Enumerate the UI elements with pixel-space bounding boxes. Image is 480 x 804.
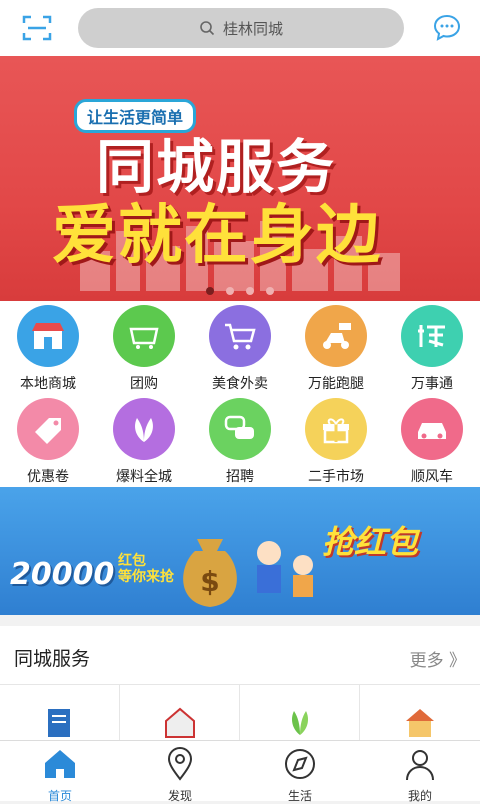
search-bar[interactable]: 桂林同城	[78, 8, 404, 48]
top-bar: 桂林同城	[0, 0, 480, 57]
carousel-dot	[266, 287, 274, 295]
gift-box-icon	[305, 398, 367, 460]
service-card[interactable]	[240, 685, 360, 740]
compass-icon	[285, 749, 315, 779]
search-icon	[200, 21, 215, 36]
red-envelope-promo-banner[interactable]: $ 20000 红包 等你来抢 抢红包	[0, 487, 480, 615]
grid-item-coupon[interactable]: 优惠卷	[0, 394, 96, 487]
tab-home[interactable]: 首页	[0, 741, 120, 803]
hero-banner[interactable]: 让生活更简单 同城服务 爱就在身边	[0, 56, 480, 301]
banner-title-line2: 爱就在身边	[52, 199, 382, 273]
coupon-tag-icon	[17, 398, 79, 460]
svg-text:$: $	[200, 565, 219, 598]
cottage-icon	[406, 709, 434, 737]
city-services-section: 同城服务 更多 》	[0, 626, 480, 740]
carousel-dot	[246, 287, 254, 295]
grid-item-label: 顺风车	[411, 469, 453, 485]
service-card[interactable]	[120, 685, 240, 740]
grid-item-label: 团购	[130, 376, 158, 392]
location-pin-icon	[167, 747, 193, 781]
tab-label: 生活	[287, 789, 312, 803]
wei-character-icon	[401, 305, 463, 367]
tab-profile[interactable]: 我的	[360, 741, 480, 803]
carousel-dot-active	[206, 287, 214, 295]
grid-item-carpool[interactable]: 顺风车	[384, 394, 480, 487]
tab-label: 发现	[167, 789, 192, 803]
carousel-indicator	[0, 280, 480, 299]
grid-item-local-mall[interactable]: 本地商城	[0, 301, 96, 394]
promo-grab-text: 抢红包	[322, 523, 419, 561]
message-icon[interactable]	[431, 12, 463, 44]
grid-item-group-buy[interactable]: 团购	[96, 301, 192, 394]
money-bag-icon: $	[183, 539, 237, 607]
promo-amount: 20000	[10, 557, 115, 592]
grid-item-jobs[interactable]: 招聘	[192, 394, 288, 487]
promo-subtext-line2: 等你来抢	[118, 569, 174, 585]
grid-item-label: 万事通	[411, 376, 453, 392]
house-icon	[165, 707, 195, 738]
grid-item-label: 二手市场	[308, 469, 364, 485]
kids-illustration	[257, 541, 313, 597]
car-icon	[401, 398, 463, 460]
grid-item-know-all[interactable]: 万事通	[384, 301, 480, 394]
tab-label: 我的	[407, 789, 432, 803]
shopping-basket-icon	[113, 305, 175, 367]
tab-discover[interactable]: 发现	[120, 741, 240, 803]
category-grid: 本地商城 团购 美食外卖 万能跑腿 万事通 优惠卷 爆料全城 招聘 二手市场 顺…	[0, 301, 480, 487]
grid-item-label: 美食外卖	[212, 376, 268, 392]
tab-label: 首页	[47, 789, 72, 803]
scooter-icon	[305, 305, 367, 367]
grid-item-label: 优惠卷	[27, 469, 69, 485]
service-card[interactable]	[0, 685, 120, 740]
section-title: 同城服务	[14, 648, 91, 670]
promo-subtext-line1: 红包	[118, 553, 146, 569]
grid-item-label: 爆料全城	[116, 469, 172, 485]
grid-item-label: 招聘	[226, 469, 254, 485]
promo-subtext: 红包 等你来抢	[118, 553, 174, 585]
search-placeholder: 桂林同城	[222, 19, 283, 38]
grid-item-second-hand[interactable]: 二手市场	[288, 394, 384, 487]
home-icon	[45, 750, 75, 778]
carousel-dot	[226, 287, 234, 295]
grid-item-city-news[interactable]: 爆料全城	[96, 394, 192, 487]
user-icon	[406, 750, 434, 781]
store-icon	[17, 305, 79, 367]
tab-life[interactable]: 生活	[240, 741, 360, 803]
bottom-tab-bar: 首页 发现 生活 我的	[0, 740, 480, 803]
service-card[interactable]	[360, 685, 479, 740]
shopping-cart-icon	[209, 305, 271, 367]
leaf-icon	[113, 398, 175, 460]
more-link[interactable]: 更多 》	[410, 646, 466, 671]
plant-icon	[292, 711, 308, 735]
scan-icon[interactable]	[22, 14, 52, 42]
grid-item-label: 万能跑腿	[308, 376, 364, 392]
chat-bubbles-icon	[209, 398, 271, 460]
grid-item-food-delivery[interactable]: 美食外卖	[192, 301, 288, 394]
document-icon	[48, 709, 70, 737]
grid-item-errand[interactable]: 万能跑腿	[288, 301, 384, 394]
grid-item-label: 本地商城	[20, 376, 76, 392]
